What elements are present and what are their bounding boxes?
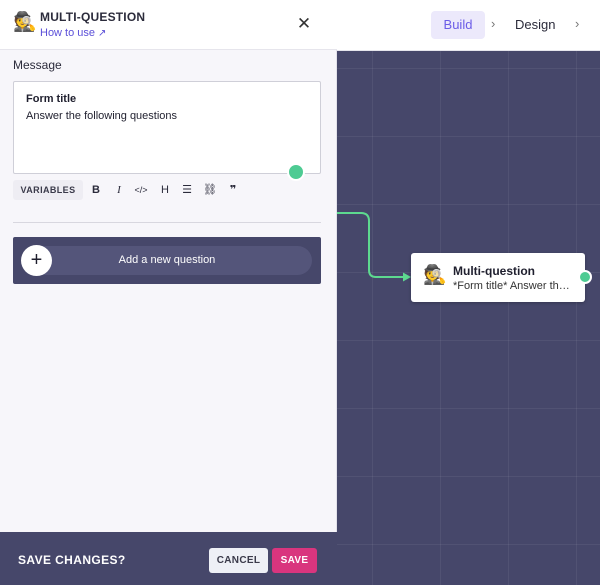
add-question-button[interactable]: Add a new question + [21, 245, 312, 276]
multi-question-node[interactable]: 🕵 Multi-question *Form title* Answer the… [411, 253, 585, 302]
how-to-use-label: How to use [40, 27, 96, 39]
divider [13, 222, 321, 223]
how-to-use-link[interactable]: How to use ↗ [40, 27, 106, 39]
message-label: Message [13, 58, 62, 72]
quote-icon[interactable]: ❞ [225, 180, 241, 200]
save-button[interactable]: SAVE [272, 548, 317, 573]
detective-icon: 🕵 [13, 12, 37, 33]
node-output-port[interactable] [578, 270, 592, 284]
editor-status-dot [287, 163, 305, 181]
node-title: Multi-question [453, 264, 535, 278]
message-editor[interactable]: Form title Answer the following question… [13, 81, 321, 181]
message-title: Form title [26, 93, 77, 105]
code-icon[interactable]: </> [132, 180, 150, 200]
detective-icon: 🕵 [423, 265, 447, 286]
save-changes-label: SAVE CHANGES? [18, 553, 126, 567]
variables-button[interactable]: VARIABLES [13, 180, 83, 200]
add-question-label: Add a new question [118, 254, 216, 266]
heading-icon[interactable]: H [157, 180, 173, 200]
list-icon[interactable]: ☰ [179, 180, 195, 200]
close-icon[interactable]: ✕ [295, 14, 313, 34]
cancel-button[interactable]: CANCEL [209, 548, 268, 573]
external-link-icon: ↗ [98, 28, 107, 39]
bold-icon[interactable]: B [88, 180, 104, 200]
editor-panel: 🕵 MULTI-QUESTION How to use ↗ ✕ Message F… [0, 0, 337, 532]
link-icon[interactable]: ⛓ [202, 180, 218, 200]
node-subtitle: *Form title* Answer the following questi… [453, 280, 575, 292]
italic-icon[interactable]: I [111, 180, 127, 200]
plus-icon: + [21, 245, 52, 276]
add-question-card: Add a new question + [13, 237, 321, 284]
panel-title: MULTI-QUESTION [40, 10, 146, 24]
message-body: Answer the following questions [26, 110, 178, 122]
panel-header: 🕵 MULTI-QUESTION How to use ↗ ✕ [0, 0, 337, 50]
